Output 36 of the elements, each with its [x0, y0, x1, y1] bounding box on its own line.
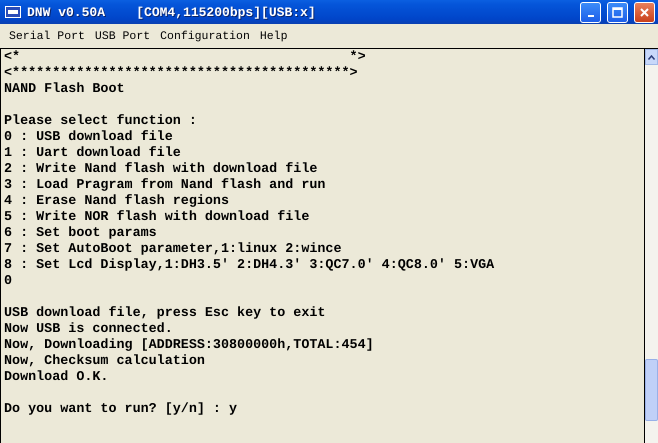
terminal-line: 8 : Set Lcd Display,1:DH3.5' 2:DH4.3' 3:QC7.0' 4:QC8.0' 5:VGA	[4, 258, 494, 274]
terminal-line: NAND Flash Boot	[4, 82, 125, 98]
minimize-icon	[588, 15, 594, 17]
close-button[interactable]	[634, 2, 655, 22]
scrollbar-thumb[interactable]	[645, 359, 658, 421]
caret-up-icon	[648, 54, 655, 60]
maximize-button[interactable]	[607, 2, 628, 22]
terminal-line: 3 : Load Pragram from Nand flash and run	[4, 178, 326, 194]
terminal-line: <******************************************>	[4, 66, 358, 82]
terminal-line: Now USB is connected.	[4, 322, 173, 338]
menu-item[interactable]: Configuration	[155, 28, 255, 44]
terminal-line: 5 : Write NOR flash with download file	[4, 210, 310, 226]
terminal-line: USB download file, press Esc key to exit	[4, 306, 326, 322]
terminal-line: 0 : USB download file	[4, 130, 173, 146]
terminal-line: Now, Checksum calculation	[4, 354, 205, 370]
menu-item[interactable]: Help	[254, 28, 292, 44]
close-icon	[639, 6, 650, 18]
terminal-line: Do you want to run? [y/n] : y	[4, 402, 238, 418]
terminal-line: Please select function :	[4, 114, 197, 130]
maximize-icon	[612, 6, 623, 18]
app-icon	[5, 6, 21, 18]
window-title: DNW v0.50A [COM4,115200bps][USB:x]	[27, 4, 317, 20]
terminal-line: 1 : Uart download file	[4, 146, 181, 162]
terminal-line: Now, Downloading [ADDRESS:30800000h,TOTAL:454]	[4, 338, 374, 354]
terminal-line: 4 : Erase Nand flash regions	[4, 194, 229, 210]
terminal-line: 6 : Set boot params	[4, 226, 157, 242]
terminal-line: Download O.K.	[4, 370, 108, 386]
menu-item[interactable]: Serial Port	[4, 28, 90, 44]
terminal-line: 7 : Set AutoBoot parameter,1:linux 2:wince	[4, 242, 342, 258]
terminal-line: 0	[4, 274, 12, 290]
menu-item[interactable]: USB Port	[90, 28, 156, 44]
scroll-up-button[interactable]	[645, 49, 658, 65]
scrollbar[interactable]	[645, 49, 658, 443]
terminal-line: <* *>	[4, 50, 366, 66]
minimize-button[interactable]	[580, 2, 601, 22]
terminal-line: 2 : Write Nand flash with download file	[4, 162, 318, 178]
